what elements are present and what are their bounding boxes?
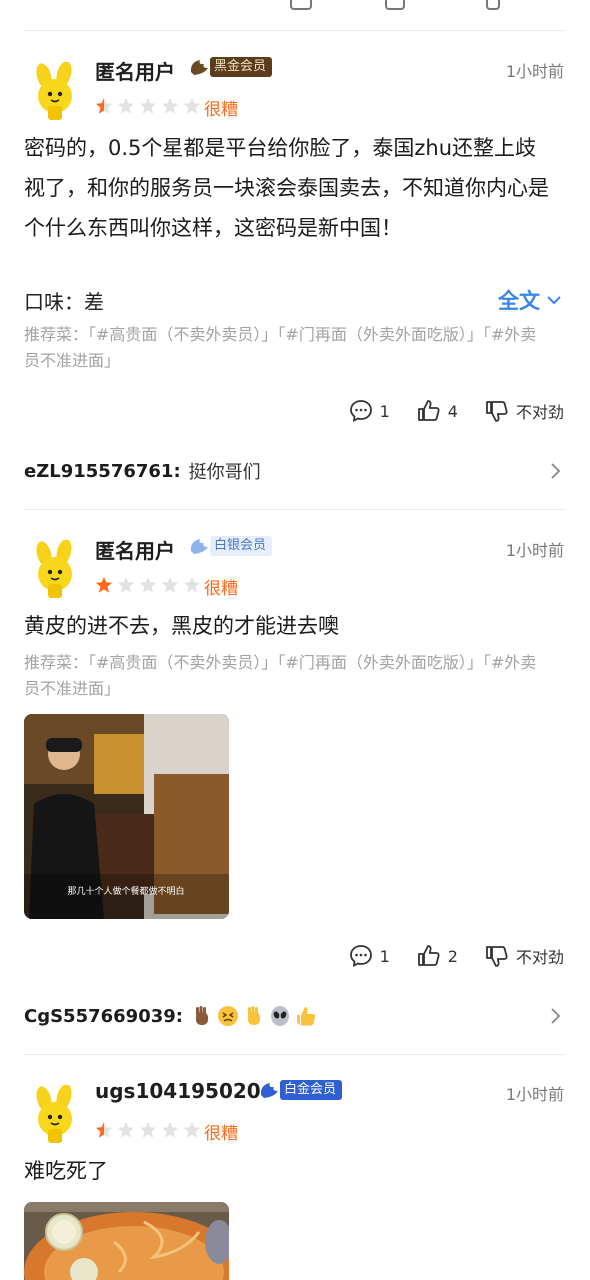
member-badge: 黑金会员 [188, 56, 273, 78]
like-count: 2 [447, 946, 458, 966]
chevron-right-icon [551, 463, 561, 479]
star-empty-icon [183, 97, 201, 114]
badge-label: 黑金会员 [210, 57, 273, 77]
review-actions: 1 2 不对劲 [348, 943, 564, 969]
star-empty-icon [161, 576, 179, 593]
rating-label: 很糟 [204, 1124, 238, 1144]
review-text: 难吃死了 [24, 1159, 108, 1183]
review-photo[interactable] [24, 1202, 229, 1280]
comment-count: 1 [379, 946, 390, 966]
raised-hand-icon [247, 1006, 260, 1025]
star-empty-icon [161, 1121, 179, 1138]
star-empty-icon [183, 1121, 201, 1138]
like-button[interactable]: 2 [416, 943, 458, 969]
rating-label: 很糟 [204, 579, 238, 599]
reply-user: eZL915576761: [24, 460, 181, 482]
reply-text: 挺你哥们 [188, 462, 261, 483]
comment-button[interactable]: 1 [348, 943, 390, 969]
noodle-dish-photo [24, 1202, 229, 1280]
reply-row[interactable]: CgS557669039: [24, 1001, 566, 1031]
reply-user: CgS557669039: [24, 1005, 183, 1027]
star-half-icon [95, 97, 113, 114]
thumbs-down-icon [486, 946, 508, 967]
like-button[interactable]: 4 [416, 398, 458, 424]
star-empty-icon [139, 97, 157, 114]
fulltext-button[interactable]: 全文 [498, 285, 562, 315]
alien-face-icon [270, 1006, 289, 1026]
divider [24, 1054, 566, 1055]
chevron-right-icon [551, 1008, 561, 1024]
star-full-icon [95, 576, 113, 593]
recommended-dishes: 推荐菜：「#高贵面（不卖外卖员）」「#门再面（外卖外面吃版）」「#外卖员不准进面… [24, 325, 537, 370]
comment-icon [349, 400, 372, 423]
review-actions: 1 4 不对劲 [348, 398, 564, 424]
raised-hand-dark-icon [195, 1006, 208, 1025]
fulltext-label: 全文 [498, 289, 540, 313]
star-rating [95, 576, 201, 594]
dislike-label: 不对劲 [515, 403, 564, 422]
reply-row[interactable]: eZL915576761: 挺你哥们 [24, 456, 566, 486]
star-empty-icon [183, 576, 201, 593]
member-badge: 白金会员 [258, 1079, 343, 1101]
chevron-down-icon [547, 296, 561, 305]
thumbs-up-icon [417, 945, 440, 966]
badge-label: 白金会员 [280, 1080, 343, 1100]
review-photo[interactable]: 那几十个人做个餐都做不明白 [24, 714, 229, 919]
star-rating [95, 1121, 201, 1139]
badge-label: 白银会员 [210, 536, 273, 556]
thumbs-up-icon [417, 400, 440, 421]
restaurant-photo: 那几十个人做个餐都做不明白 [24, 714, 229, 919]
like-count: 4 [447, 401, 458, 421]
photo-caption: 那几十个人做个餐都做不明白 [67, 885, 184, 897]
review-text: 密码的，0.5个星都是平台给你脸了，泰国zhu还整上歧视了，和你的服务员一块滚会… [24, 136, 549, 240]
rating-label: 很糟 [204, 100, 238, 120]
star-empty-icon [117, 576, 135, 593]
divider [24, 509, 566, 510]
star-half-icon [95, 1121, 113, 1138]
star-empty-icon [117, 1121, 135, 1138]
star-empty-icon [139, 576, 157, 593]
member-badge: 白银会员 [188, 535, 273, 557]
avatar[interactable] [30, 62, 80, 120]
divider [24, 30, 566, 31]
star-empty-icon [139, 1121, 157, 1138]
persevering-face-icon [217, 1006, 238, 1026]
username[interactable]: 匿名用户 [95, 56, 175, 85]
star-empty-icon [117, 97, 135, 114]
review-text: 黄皮的进不去，黑皮的才能进去噢 [24, 614, 339, 638]
recommended-dishes: 推荐菜：「#高贵面（不卖外卖员）」「#门再面（外卖外面吃版）」「#外卖员不准进面… [24, 653, 537, 698]
avatar[interactable] [30, 1085, 80, 1143]
thumbs-up-emoji-icon [296, 1007, 316, 1026]
thumbs-down-icon [486, 401, 508, 422]
timestamp: 1小时前 [505, 1085, 564, 1104]
comment-button[interactable]: 1 [348, 398, 390, 424]
username[interactable]: 匿名用户 [95, 535, 175, 564]
timestamp: 1小时前 [505, 62, 564, 81]
comment-count: 1 [379, 401, 390, 421]
username[interactable]: ugs104195020 [95, 1079, 261, 1103]
timestamp: 1小时前 [505, 541, 564, 560]
dislike-button[interactable]: 不对劲 [484, 398, 564, 424]
top-toolbar-cutoff [0, 0, 590, 18]
dislike-button[interactable]: 不对劲 [484, 943, 564, 969]
comment-icon [349, 945, 372, 968]
reply-emojis [191, 1005, 317, 1027]
taste-score: 口味：差 [24, 290, 104, 314]
avatar[interactable] [30, 540, 80, 598]
dislike-label: 不对劲 [515, 948, 564, 967]
star-rating [95, 97, 201, 115]
star-empty-icon [161, 97, 179, 114]
